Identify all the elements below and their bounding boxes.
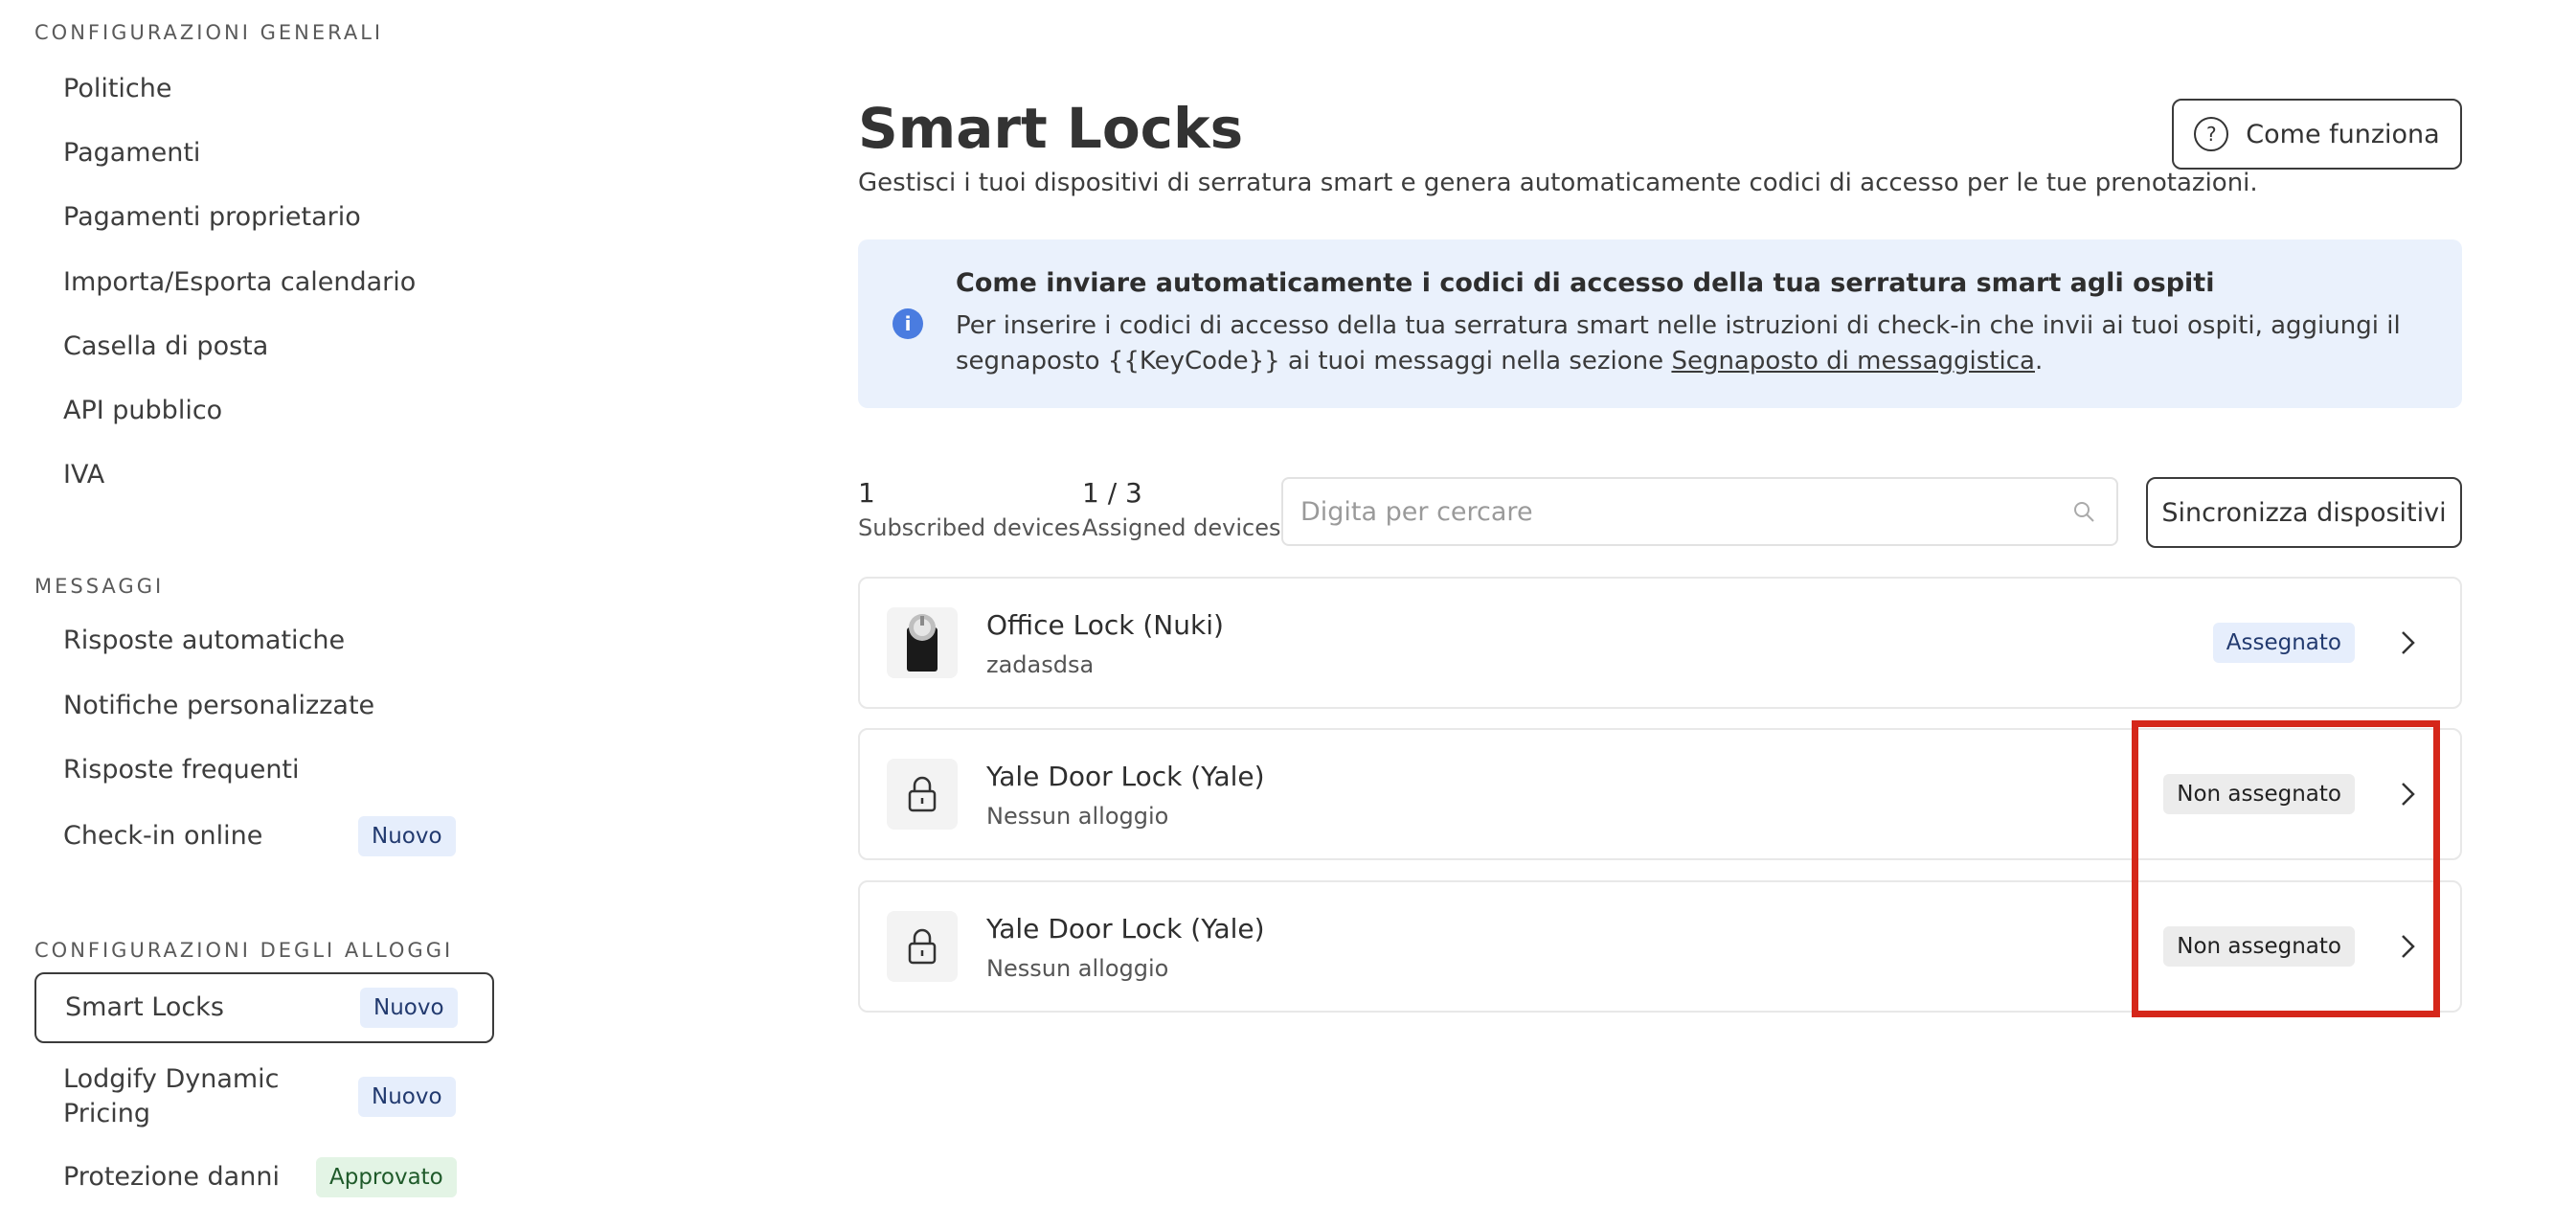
- info-body-suffix: .: [2034, 347, 2044, 376]
- sidebar-item-risposte-automatiche[interactable]: Risposte automatiche: [34, 605, 494, 676]
- sidebar-item-risposte-frequenti[interactable]: Risposte frequenti: [34, 735, 494, 806]
- messaging-placeholders-link[interactable]: Segnaposto di messaggistica: [1671, 347, 2035, 376]
- sync-devices-button[interactable]: Sincronizza dispositivi: [2146, 477, 2462, 548]
- sidebar-item-label: Risposte frequenti: [63, 755, 300, 785]
- sidebar-item-smart-locks[interactable]: Smart Locks Nuovo: [34, 972, 494, 1043]
- sidebar-item-check-in-online[interactable]: Check-in online Nuovo: [34, 801, 494, 872]
- sidebar-item-label: Lodgify Dynamic Pricing: [63, 1064, 280, 1128]
- device-name: Office Lock (Nuki): [986, 609, 1224, 641]
- sidebar-item-label: Politiche: [63, 74, 172, 103]
- device-property: Nessun alloggio: [986, 955, 1169, 982]
- device-property: zadasdsa: [986, 651, 1095, 678]
- lock-icon: [887, 759, 958, 830]
- assigned-devices-value: 1 / 3: [1082, 477, 1142, 509]
- new-badge: Nuovo: [358, 1077, 456, 1117]
- sidebar-item-label: Check-in online: [63, 821, 263, 851]
- info-body: Per inserire i codici di accesso della t…: [956, 308, 2430, 379]
- status-badge: Assegnato: [2212, 623, 2355, 663]
- device-name: Yale Door Lock (Yale): [986, 761, 1265, 792]
- assigned-devices-label: Assigned devices: [1082, 514, 1281, 541]
- sidebar-item-casella-di-posta[interactable]: Casella di posta: [34, 311, 494, 382]
- section-title-alloggi: CONFIGURAZIONI DEGLI ALLOGGI: [34, 939, 454, 962]
- search-input[interactable]: [1300, 496, 2116, 527]
- info-heading: Come inviare automaticamente i codici di…: [956, 268, 2215, 298]
- sidebar-item-api-pubblico[interactable]: API pubblico: [34, 376, 494, 446]
- sidebar-item-label: Risposte automatiche: [63, 626, 346, 655]
- sidebar-item-label: Notifiche personalizzate: [63, 691, 375, 720]
- info-icon: i: [893, 308, 923, 339]
- new-badge: Nuovo: [360, 988, 458, 1028]
- info-banner: i Come inviare automaticamente i codici …: [858, 239, 2462, 408]
- help-icon: ?: [2194, 117, 2229, 151]
- page-title: Smart Locks: [858, 96, 1244, 161]
- sidebar-item-protezione-danni[interactable]: Protezione danni Approvato: [34, 1142, 494, 1207]
- search-box: [1281, 477, 2118, 546]
- sidebar-item-iva[interactable]: IVA: [34, 440, 494, 511]
- how-it-works-button[interactable]: ? Come funziona: [2172, 99, 2462, 170]
- sidebar-item-label: API pubblico: [63, 396, 223, 425]
- sidebar-item-label: Pagamenti: [63, 138, 201, 168]
- sidebar-item-pagamenti-proprietario[interactable]: Pagamenti proprietario: [34, 182, 494, 253]
- search-icon: [2074, 502, 2094, 522]
- highlight-box: [2132, 720, 2440, 1017]
- new-badge: Nuovo: [358, 816, 456, 856]
- sidebar-item-importa-esporta[interactable]: Importa/Esporta calendario: [34, 247, 494, 318]
- sidebar-item-label: Protezione danni: [63, 1162, 280, 1192]
- sidebar-item-label: Casella di posta: [63, 331, 269, 361]
- how-it-works-label: Come funziona: [2246, 119, 2440, 149]
- lock-icon: [887, 911, 958, 982]
- section-title-messaggi: MESSAGGI: [34, 575, 165, 598]
- assigned-devices-stat: 1 / 3 Assigned devices: [1082, 477, 1281, 541]
- approved-badge: Approvato: [316, 1157, 457, 1197]
- device-property: Nessun alloggio: [986, 803, 1169, 830]
- page-subtitle: Gestisci i tuoi dispositivi di serratura…: [858, 169, 2258, 197]
- sidebar-item-pagamenti[interactable]: Pagamenti: [34, 118, 494, 189]
- sidebar-item-notifiche-personalizzate[interactable]: Notifiche personalizzate: [34, 671, 494, 741]
- sidebar-item-label: Pagamenti proprietario: [63, 202, 361, 232]
- device-name: Yale Door Lock (Yale): [986, 913, 1265, 945]
- device-row[interactable]: Office Lock (Nuki) zadasdsa Assegnato: [858, 577, 2462, 709]
- sidebar-item-label: IVA: [63, 460, 105, 490]
- sidebar: CONFIGURAZIONI GENERALI Politiche Pagame…: [0, 0, 536, 1207]
- section-title-general: CONFIGURAZIONI GENERALI: [34, 21, 384, 44]
- subscribed-devices-value: 1: [858, 477, 875, 509]
- sidebar-item-dynamic-pricing[interactable]: Lodgify Dynamic Pricing Nuovo: [34, 1059, 494, 1135]
- sidebar-item-politiche[interactable]: Politiche: [34, 54, 494, 125]
- subscribed-devices-label: Subscribed devices: [858, 514, 1081, 541]
- sidebar-item-label: Importa/Esporta calendario: [63, 267, 417, 297]
- chevron-right-icon[interactable]: [2393, 626, 2422, 659]
- sidebar-item-label: Smart Locks: [65, 992, 224, 1022]
- subscribed-devices-stat: 1 Subscribed devices: [858, 477, 1080, 541]
- nuki-device-icon: [887, 607, 958, 678]
